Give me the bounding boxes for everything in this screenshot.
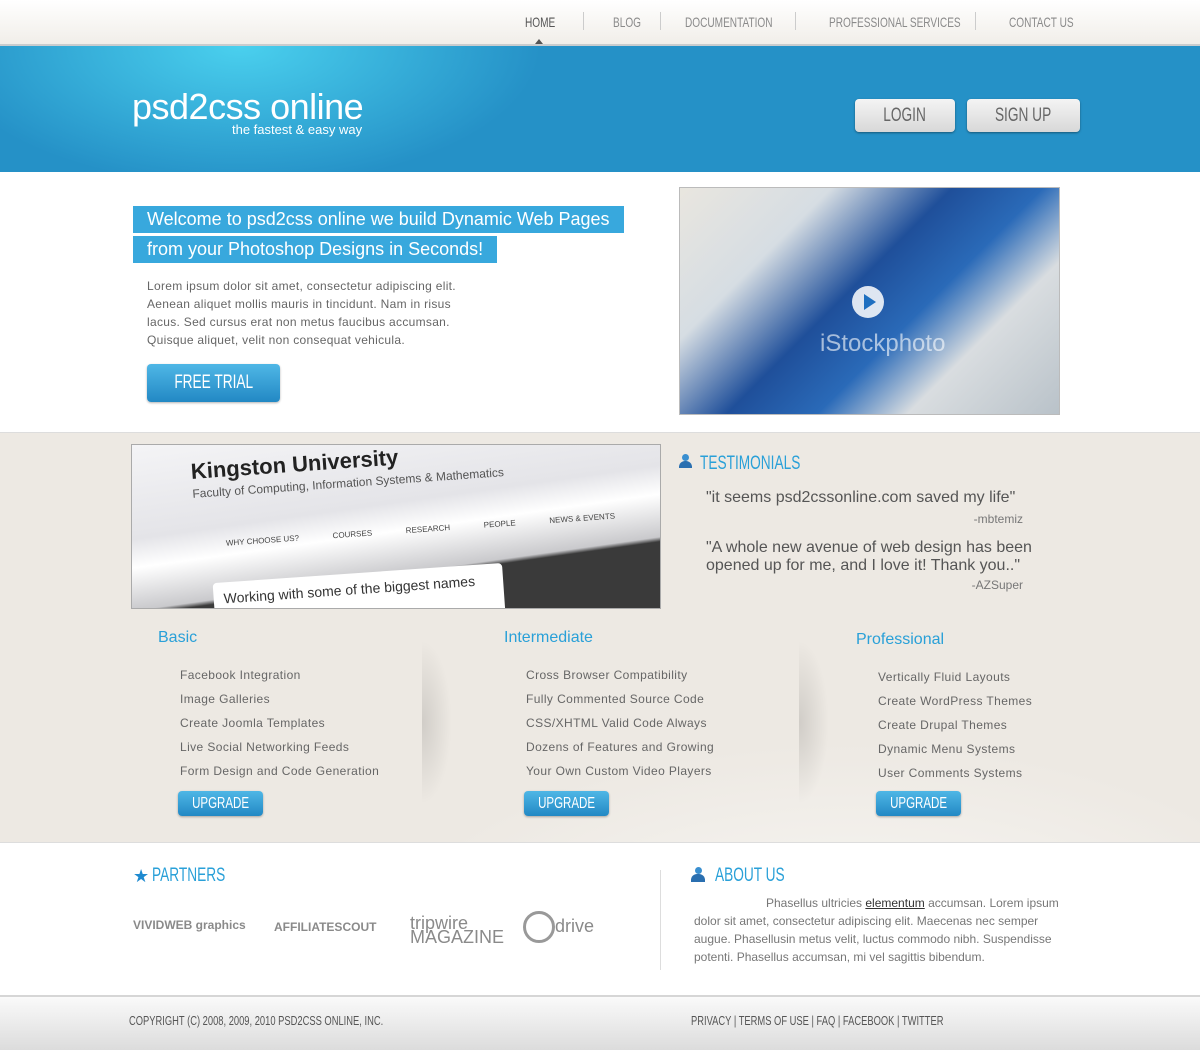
elementum-link[interactable]: elementum (865, 896, 924, 910)
showcase-menu-item: RESEARCH (405, 523, 451, 536)
about-text: Phasellus ultricies (766, 896, 866, 910)
plan-feature: Live Social Networking Feeds (180, 740, 350, 754)
footer-separator: | (894, 1013, 902, 1028)
plan-feature: Create Drupal Themes (878, 718, 1008, 732)
nav-divider (660, 12, 661, 30)
nav-contact-us[interactable]: CONTACT US (1009, 14, 1099, 30)
nav-divider (795, 12, 796, 30)
testimonial-author: -mbtemiz (973, 512, 1023, 526)
hero-title-line1: Welcome to psd2css online we build Dynam… (133, 206, 624, 233)
plan-feature: Form Design and Code Generation (180, 764, 380, 778)
nav-blog[interactable]: BLOG (613, 14, 652, 30)
login-button[interactable]: LOGIN (855, 99, 955, 132)
testimonials-icon (679, 454, 693, 468)
upgrade-button[interactable]: UPGRADE (178, 791, 263, 816)
play-icon (864, 294, 876, 310)
showcase-menu-item: WHY CHOOSE US? (225, 533, 300, 548)
watermark: iStockphoto (820, 330, 946, 357)
column-divider (799, 640, 829, 805)
plan-title-professional: Professional (856, 631, 945, 648)
hero-body: Lorem ipsum dolor sit amet, consectetur … (147, 279, 456, 347)
about-us-title: ABOUT US (715, 865, 785, 886)
footer-link-terms-of-use[interactable]: TERMS OF USE (739, 1013, 809, 1028)
testimonial-author: -AZSuper (971, 578, 1023, 592)
showcase-menu-item: COURSES (332, 528, 373, 541)
footer-link-faq[interactable]: FAQ (817, 1013, 836, 1028)
drive-logo-icon (523, 911, 555, 943)
footer-links: PRIVACY | TERMS OF USE | FAQ | FACEBOOK … (691, 1013, 1042, 1028)
testimonials-title: TESTIMONIALS (700, 453, 801, 474)
column-divider (422, 640, 452, 805)
partner-logo-affiliatescout[interactable]: AFFILIATESCOUT (274, 920, 376, 934)
plan-title-basic: Basic (158, 629, 198, 646)
tagline: the fastest & easy way (232, 122, 363, 137)
plan-feature: Dynamic Menu Systems (878, 742, 1016, 756)
showcase-caption: Working with some of the biggest names (212, 562, 506, 608)
play-button[interactable] (852, 286, 884, 318)
star-icon: ★ (133, 866, 150, 886)
footer-link-twitter[interactable]: TWITTER (902, 1013, 944, 1028)
partner-logo-vividweb[interactable]: VIVIDWEB graphics (133, 918, 246, 932)
nav-home[interactable]: HOME (525, 14, 567, 30)
hero-title-line2: from your Photoshop Designs in Seconds! (133, 236, 498, 263)
partner-logo-drive[interactable]: drive (555, 916, 594, 937)
free-trial-button[interactable]: FREE TRIAL (147, 364, 280, 402)
plan-feature: Your Own Custom Video Players (526, 764, 712, 778)
testimonial-quote: "A whole new avenue of web design has be… (706, 539, 1032, 574)
about-us-icon (691, 867, 707, 883)
footer-link-facebook[interactable]: FACEBOOK (843, 1013, 895, 1028)
nav-documentation[interactable]: DOCUMENTATION (685, 14, 807, 30)
plan-feature: User Comments Systems (878, 766, 1023, 780)
plan-feature: Dozens of Features and Growing (526, 740, 715, 754)
signup-button[interactable]: SIGN UP (967, 99, 1080, 132)
partner-logo-tripwire[interactable]: tripwire MAGAZINE (410, 914, 504, 946)
showcase-image: Kingston University Faculty of Computing… (131, 444, 661, 609)
about-us-text: Phasellus ultricies elementum accumsan. … (694, 894, 1066, 966)
nav-professional-services[interactable]: PROFESSIONAL SERVICES (829, 14, 1012, 30)
plan-feature: Facebook Integration (180, 668, 301, 682)
top-nav: HOME BLOG DOCUMENTATION PROFESSIONAL SER… (0, 0, 1200, 46)
partners-title: PARTNERS (152, 865, 226, 886)
plan-feature: Create WordPress Themes (878, 694, 1033, 708)
plan-feature: Image Galleries (180, 692, 271, 706)
divider (660, 870, 661, 970)
plan-feature: Create Joomla Templates (180, 716, 326, 730)
plan-feature: CSS/XHTML Valid Code Always (526, 716, 707, 730)
active-indicator-icon (535, 39, 543, 44)
plan-feature: Vertically Fluid Layouts (878, 670, 1011, 684)
nav-divider (583, 12, 584, 30)
testimonial-quote: "it seems psd2cssonline.com saved my lif… (706, 489, 1016, 506)
upgrade-button[interactable]: UPGRADE (524, 791, 609, 816)
plan-feature: Cross Browser Compatibility (526, 668, 688, 682)
copyright: COPYRIGHT (C) 2008, 2009, 2010 PSD2CSS O… (129, 1013, 384, 1028)
footer-separator: | (835, 1013, 843, 1028)
upgrade-button[interactable]: UPGRADE (876, 791, 961, 816)
showcase-menu-item: NEWS & EVENTS (549, 511, 616, 526)
hero-video[interactable]: iStockphoto (679, 187, 1060, 415)
plan-feature: Fully Commented Source Code (526, 692, 705, 706)
plan-title-intermediate: Intermediate (504, 629, 593, 646)
showcase-menu-item: PEOPLE (483, 518, 517, 530)
footer-link-privacy[interactable]: PRIVACY (691, 1013, 731, 1028)
nav-divider (975, 12, 976, 30)
